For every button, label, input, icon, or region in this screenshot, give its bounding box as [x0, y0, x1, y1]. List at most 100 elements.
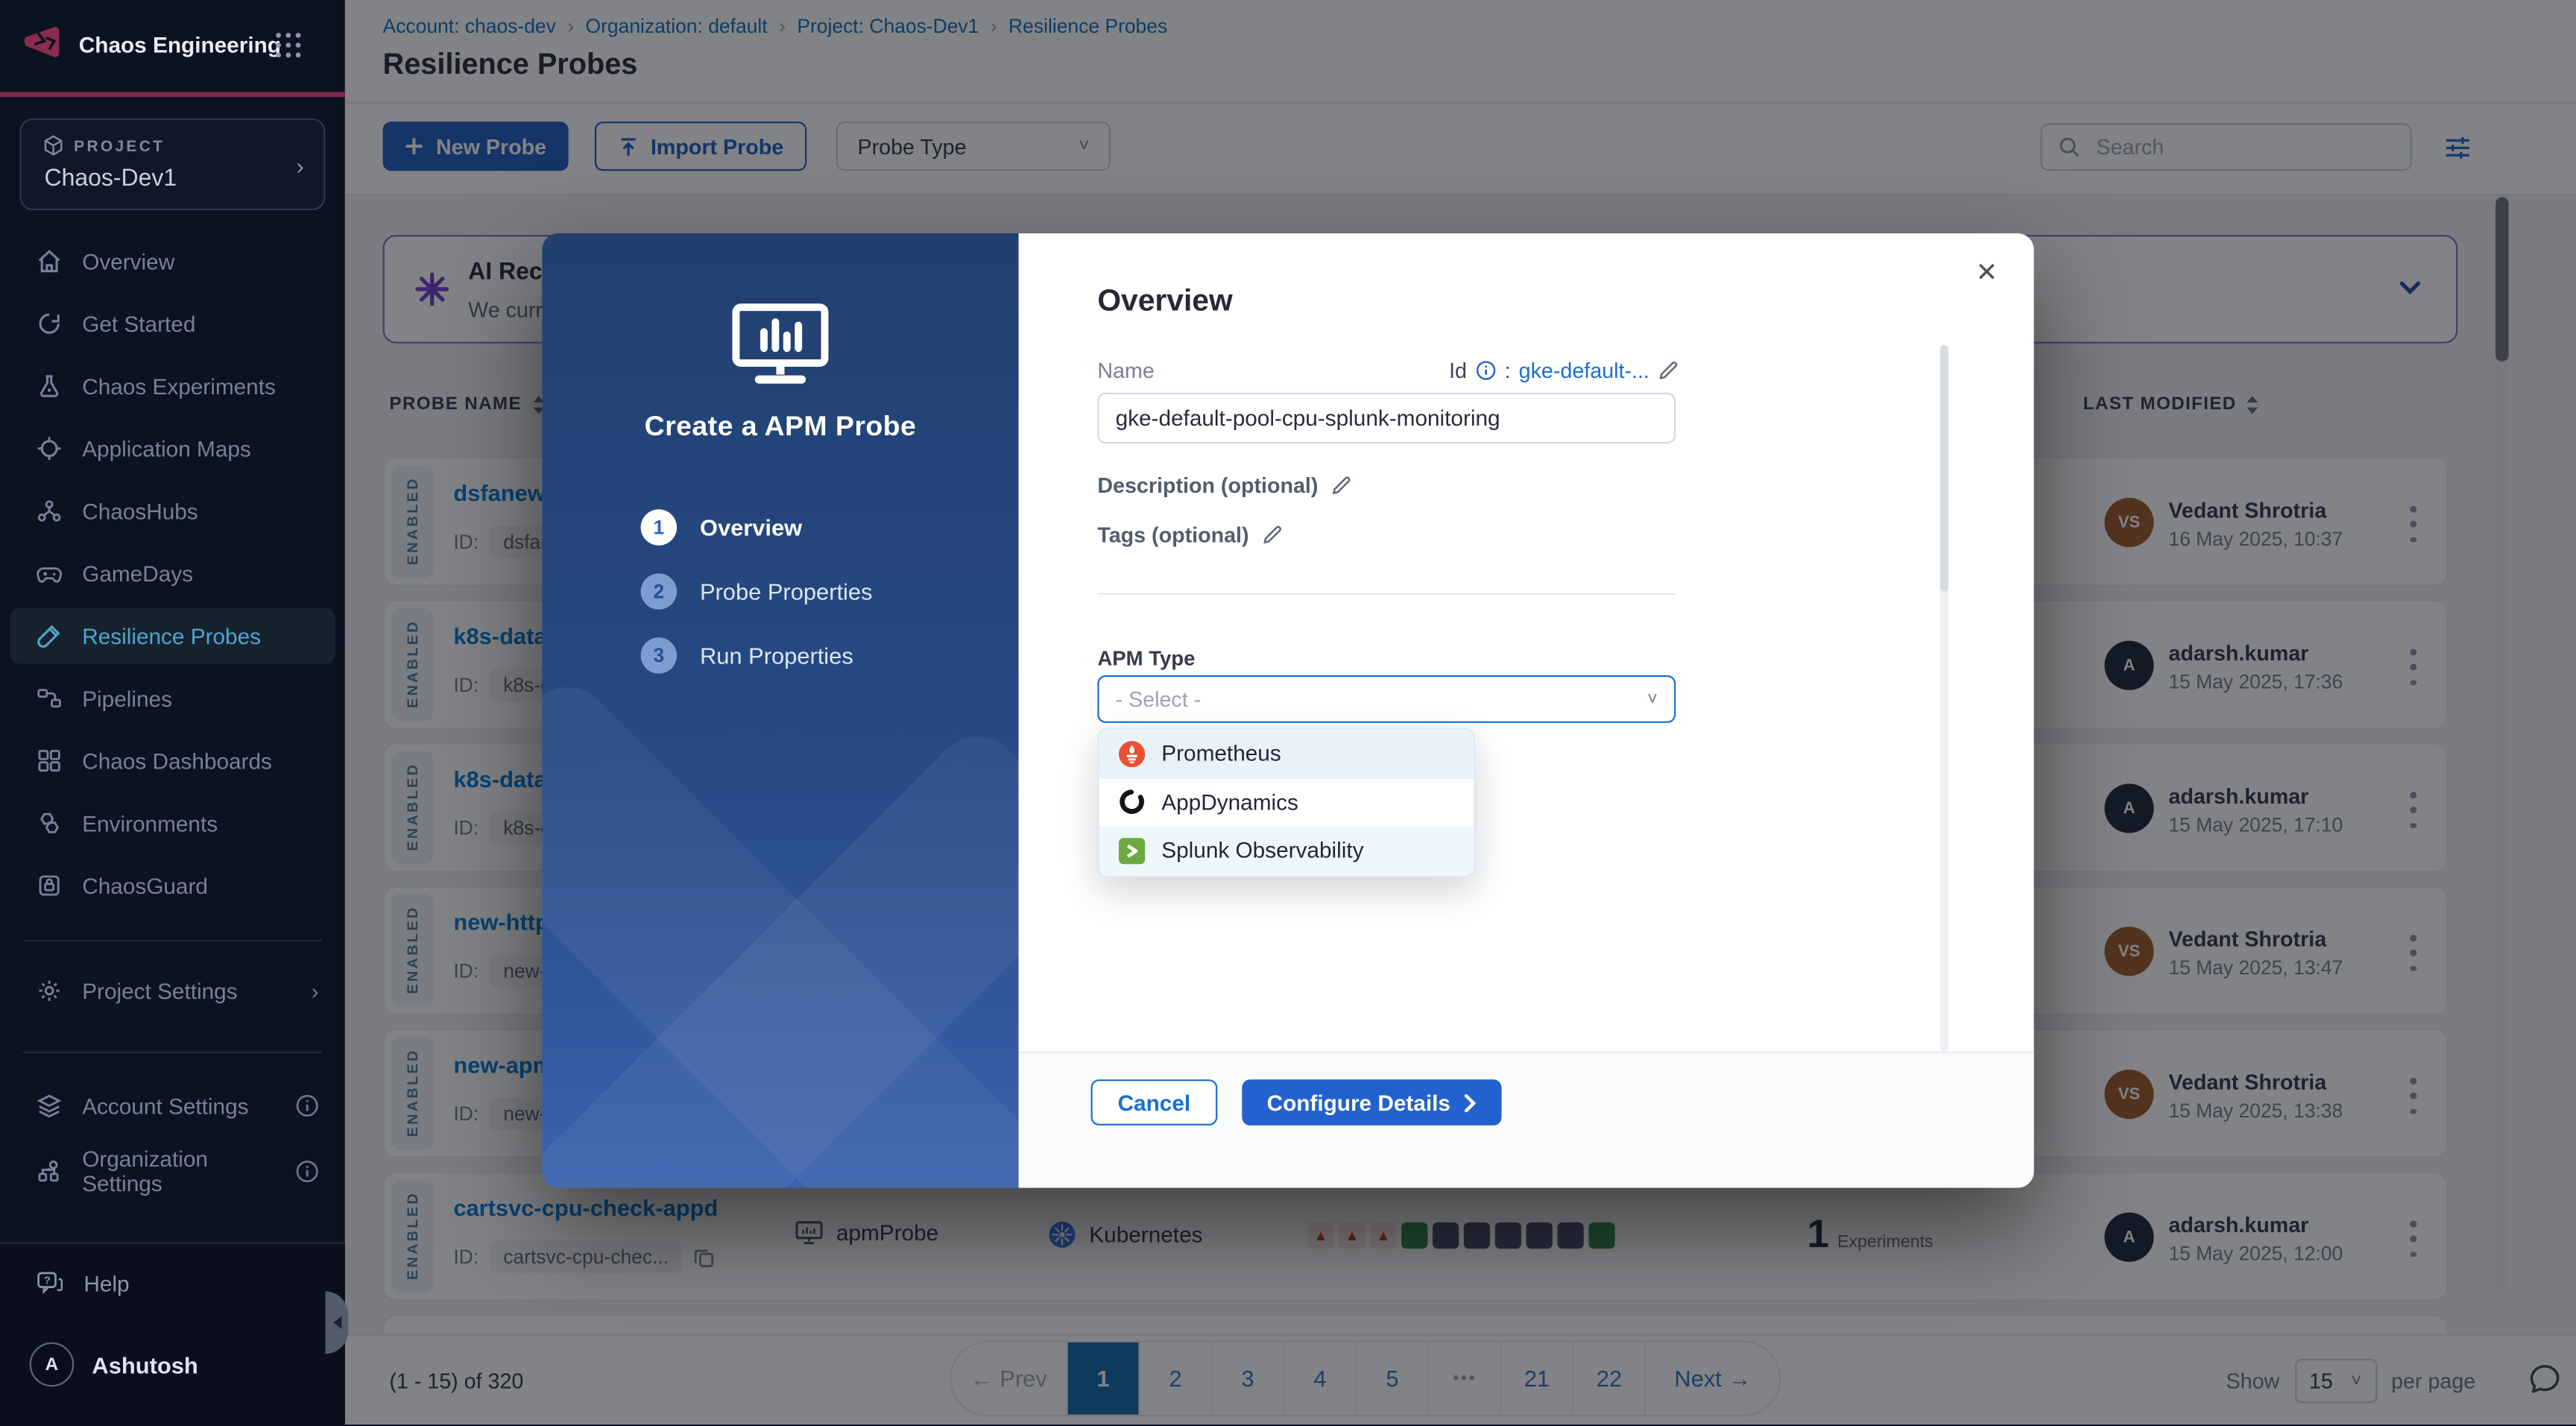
modal-scrollbar[interactable] [1940, 345, 1948, 1052]
sidebar: Chaos Engineering PROJECT Chaos-Dev1 › O… [0, 0, 345, 1425]
project-name: Chaos-Dev1 [45, 166, 177, 192]
app-root: Account: chaos-dev› Organization: defaul… [0, 0, 2576, 1425]
sidebar-item-project-settings[interactable]: Project Settings › [0, 959, 345, 1022]
name-label: Name [1097, 358, 1154, 382]
edit-pencil-icon[interactable] [1262, 524, 1284, 546]
description-label: Description (optional) [1097, 473, 1318, 498]
cancel-button[interactable]: Cancel [1091, 1079, 1218, 1126]
sidebar-item-label: ChaosGuard [82, 873, 208, 897]
appdynamics-icon [1119, 789, 1145, 815]
sidebar-item-application-maps[interactable]: Application Maps [0, 417, 345, 480]
configure-details-label: Configure Details [1267, 1090, 1450, 1114]
chevron-right-icon [1464, 1094, 1477, 1111]
sidebar-item-label: Get Started [82, 312, 195, 336]
flask-icon [36, 373, 62, 399]
info-icon[interactable] [1475, 360, 1497, 382]
splunk-icon [1119, 838, 1145, 864]
option-prometheus[interactable]: Prometheus [1099, 730, 1474, 778]
modal-form-panel: ✕ Overview Name Id : gke-default-... Des… [1019, 233, 2034, 1188]
sidebar-footer: ? Help A Ashutosh [0, 1242, 345, 1426]
form-divider [1097, 593, 1676, 595]
wizard-steps: 1 Overview 2 Probe Properties 3 Run Prop… [641, 509, 873, 701]
step-overview[interactable]: 1 Overview [641, 509, 873, 545]
chaos-logo-icon [22, 23, 64, 66]
cube-icon [42, 135, 64, 157]
apm-type-label: APM Type [1097, 647, 1195, 670]
gamepad-icon [36, 561, 62, 587]
org-icon [36, 1158, 62, 1184]
close-icon[interactable]: ✕ [1976, 256, 1998, 289]
sidebar-item-label: Account Settings [82, 1094, 248, 1118]
user-name: Ashutosh [92, 1351, 198, 1378]
target-icon [36, 435, 62, 461]
sidebar-item-help[interactable]: ? Help [36, 1270, 129, 1296]
sidebar-item-chaosguard[interactable]: ChaosGuard [0, 854, 345, 917]
sidebar-item-label: Project Settings [82, 979, 237, 1003]
step-number: 3 [641, 637, 677, 673]
id-separator: : [1505, 358, 1511, 382]
configure-details-button[interactable]: Configure Details [1242, 1079, 1501, 1126]
sidebar-item-environments[interactable]: Environments [0, 792, 345, 854]
scrollbar-thumb[interactable] [1940, 345, 1948, 592]
probe-name-input[interactable] [1097, 393, 1676, 444]
sidebar-item-account-settings[interactable]: Account Settings [0, 1074, 345, 1137]
user-avatar: A [30, 1343, 75, 1387]
tags-row[interactable]: Tags (optional) [1097, 523, 1284, 547]
sidebar-item-label: Overview [82, 249, 174, 274]
sidebar-item-label: Pipelines [82, 686, 172, 710]
option-appdynamics[interactable]: AppDynamics [1099, 778, 1474, 827]
network-icon [36, 498, 62, 524]
wizard-panel: Create a APM Probe 1 Overview 2 Probe Pr… [542, 233, 1018, 1188]
select-placeholder: - Select - [1116, 687, 1202, 711]
step-number: 1 [641, 509, 677, 545]
brand-divider [0, 92, 345, 97]
get-started-icon [36, 311, 62, 337]
option-label: AppDynamics [1161, 790, 1298, 815]
sidebar-item-resilience-probes[interactable]: Resilience Probes [0, 605, 345, 667]
option-splunk-observability[interactable]: Splunk Observability [1099, 827, 1474, 875]
apm-type-dropdown: Prometheus AppDynamics Splunk Observabil… [1097, 728, 1475, 876]
sidebar-divider [23, 1052, 322, 1053]
sidebar-item-overview[interactable]: Overview [0, 230, 345, 293]
probe-id-line: Id : gke-default-... [1449, 358, 1679, 382]
info-icon [296, 1160, 319, 1183]
option-label: Prometheus [1161, 742, 1281, 766]
sidebar-item-chaos-experiments[interactable]: Chaos Experiments [0, 355, 345, 417]
gear-icon [36, 977, 62, 1003]
step-label: Probe Properties [700, 578, 873, 605]
create-apm-probe-modal: Create a APM Probe 1 Overview 2 Probe Pr… [542, 233, 2033, 1188]
project-label: PROJECT [74, 138, 165, 156]
step-probe-properties[interactable]: 2 Probe Properties [641, 573, 873, 609]
wizard-title: Create a APM Probe [542, 411, 1018, 444]
probe-id-value[interactable]: gke-default-... [1519, 358, 1650, 382]
modal-footer: Cancel Configure Details [1019, 1052, 2034, 1188]
app-grid-icon[interactable] [276, 33, 302, 59]
user-menu[interactable]: A Ashutosh [30, 1343, 198, 1387]
step-run-properties[interactable]: 3 Run Properties [641, 637, 873, 673]
description-row[interactable]: Description (optional) [1097, 473, 1352, 498]
sidebar-item-pipelines[interactable]: Pipelines [0, 667, 345, 730]
sidebar-item-label: Organization Settings [82, 1146, 256, 1196]
brand[interactable]: Chaos Engineering [0, 0, 345, 92]
sidebar-item-label: Resilience Probes [82, 623, 261, 648]
sidebar-item-label: Help [83, 1271, 129, 1296]
project-selector[interactable]: PROJECT Chaos-Dev1 › [19, 119, 325, 210]
sidebar-item-chaos-dashboards[interactable]: Chaos Dashboards [0, 730, 345, 792]
apm-type-select[interactable]: - Select - ˅ [1097, 675, 1676, 723]
sidebar-item-organization-settings[interactable]: Organization Settings [0, 1141, 345, 1203]
sidebar-item-label: Environments [82, 811, 218, 836]
sidebar-item-label: Application Maps [82, 436, 251, 461]
svg-text:?: ? [44, 1275, 51, 1287]
edit-pencil-icon[interactable] [1658, 360, 1679, 382]
sidebar-item-chaoshubs[interactable]: ChaosHubs [0, 480, 345, 543]
sidebar-divider [23, 940, 322, 941]
id-label: Id [1449, 358, 1467, 382]
sidebar-item-gamedays[interactable]: GameDays [0, 542, 345, 605]
chevron-right-icon: › [296, 153, 303, 179]
help-icon: ? [36, 1270, 63, 1296]
edit-pencil-icon[interactable] [1331, 475, 1353, 496]
pipeline-icon [36, 685, 62, 711]
option-label: Splunk Observability [1161, 839, 1363, 863]
sidebar-item-get-started[interactable]: Get Started [0, 292, 345, 355]
prometheus-icon [1119, 740, 1145, 766]
